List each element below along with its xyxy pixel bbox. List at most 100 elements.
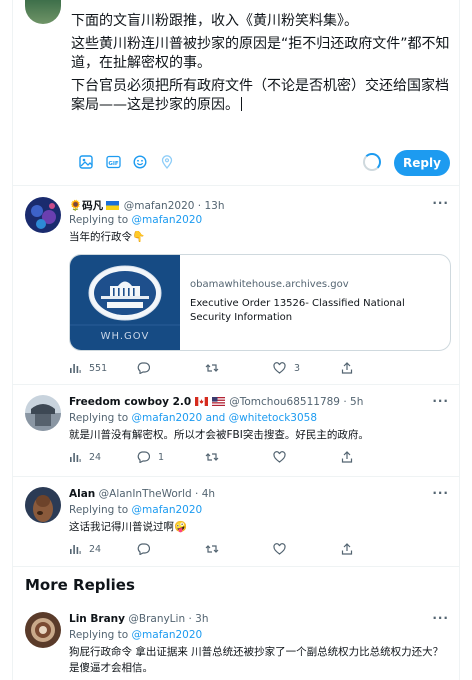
reply-icon [137,451,150,463]
reply-count: 1 [158,451,165,463]
reply-icon [137,543,150,555]
separator-dot: · [343,396,347,408]
mention-link[interactable]: @mafan2020 [132,629,203,641]
more-options-icon[interactable]: ··· [432,196,449,210]
reply-thread: 下面的文盲川粉跟推，收入《黄川粉笑料集》。 这些黄川粉连川普被抄家的原因是“拒不… [12,0,460,680]
like-action[interactable] [273,451,341,463]
avatar[interactable] [25,0,61,24]
user-handle[interactable]: @AlanInTheWorld [99,488,192,500]
emoji-icon[interactable] [127,151,153,173]
ukraine-flag-icon [106,200,120,212]
reply-action[interactable] [137,543,205,555]
display-name[interactable]: 🌻码凡 [69,200,103,212]
views-icon [70,453,81,462]
views-stat[interactable]: 551 [69,362,137,374]
separator-dot: · [195,488,199,500]
avatar[interactable] [25,197,61,233]
tweet-text: 当年的行政令👇 [69,231,146,243]
share-icon [341,362,353,374]
gif-icon[interactable]: GIF [100,151,126,173]
like-count: 3 [294,362,301,374]
heart-icon [273,362,286,374]
user-handle[interactable]: @BranyLin [128,613,185,625]
share-action[interactable] [341,543,409,555]
mention-link[interactable]: @whitetock3058 [229,412,317,424]
user-handle[interactable]: @mafan2020 [124,200,195,212]
card-domain: obamawhitehouse.archives.gov [190,279,349,290]
more-replies-heading: More Replies [25,576,135,594]
reply-tweet[interactable]: Lin Brany @BranyLin · 3h ··· Replying to… [13,602,459,680]
display-name[interactable]: Lin Brany [69,613,125,625]
user-handle[interactable]: @Tomchou68511789 [229,396,340,408]
replying-to: Replying to @mafan2020 [69,504,203,516]
reply-tweet[interactable]: Alan @AlanInTheWorld · 4h ··· Replying t… [13,477,459,567]
retweet-action[interactable] [205,362,273,374]
views-stat[interactable]: 24 [69,543,137,555]
reply-button[interactable]: Reply [394,150,450,176]
tweet-actions: 24 1 [69,451,409,463]
text-caret [241,97,242,111]
avatar[interactable] [25,395,61,431]
avatar[interactable] [25,612,61,648]
us-flag-icon [211,396,226,408]
views-icon [70,545,81,554]
tweet-actions: 551 3 [69,362,409,374]
compose-line: 这些黄川粉连川普被抄家的原因是“拒不归还政府文件”都不知道，在扯解密权的事。 [71,36,450,71]
retweet-icon [205,545,219,553]
tweet-text: 狗屁行政命令 拿出证据来 川普总统还被抄家了一个副总统权力比总统权力还大？是傻逼… [69,646,444,674]
tweet-text: 就是川普没有解密权。所以才会被FBI突击搜查。好民主的政府。 [69,429,369,441]
tweet-actions: 24 [69,543,409,555]
card-title: Executive Order 13526- Classified Nation… [190,298,405,323]
like-action[interactable] [273,543,341,555]
tweet-header: 🌻码凡 @mafan2020 · 13h [69,198,224,213]
tweet-text: 这话我记得川普说过啊🤪 [69,521,188,533]
reply-action[interactable]: 1 [137,451,205,463]
avatar[interactable] [25,487,61,523]
like-action[interactable]: 3 [273,362,341,374]
card-image-whitehouse-logo: WH.GOV [70,255,180,350]
image-icon[interactable] [73,151,99,173]
more-options-icon[interactable]: ··· [432,611,449,625]
timestamp[interactable]: 4h [202,488,215,500]
display-name[interactable]: Freedom cowboy 2.0 [69,396,191,408]
share-icon [341,543,353,555]
reply-icon [137,362,150,374]
mention-link[interactable]: @mafan2020 [132,214,203,226]
views-count: 24 [89,543,102,555]
retweet-action[interactable] [205,451,273,463]
share-action[interactable] [341,362,409,374]
replying-to: Replying to @mafan2020 and @whitetock305… [69,412,318,424]
replying-to: Replying to @mafan2020 [69,214,203,226]
timestamp[interactable]: 3h [195,613,208,625]
views-icon [70,364,81,373]
reply-tweet[interactable]: Freedom cowboy 2.0 @Tomchou68511789 · 5h… [13,385,459,477]
views-stat[interactable]: 24 [69,451,137,463]
heart-icon [273,451,286,463]
character-count-ring [363,153,381,171]
timestamp[interactable]: 13h [204,200,224,212]
views-count: 551 [89,362,108,374]
card-image-caption: WH.GOV [100,331,150,342]
reply-action[interactable] [137,362,205,374]
replying-to: Replying to @mafan2020 [69,629,203,641]
compose-toolbar: GIF [73,151,181,173]
compose-textarea[interactable]: 下面的文盲川粉跟推，收入《黄川粉笑料集》。 这些黄川粉连川普被抄家的原因是“拒不… [71,12,455,119]
svg-text:GIF: GIF [108,161,119,167]
compose-reply-box: 下面的文盲川粉跟推，收入《黄川粉笑料集》。 这些黄川粉连川普被抄家的原因是“拒不… [13,0,459,186]
share-icon [341,451,353,463]
views-count: 24 [89,451,102,463]
tweet-header: Alan @AlanInTheWorld · 4h [69,488,215,500]
mention-link[interactable]: @mafan2020 [132,412,203,424]
location-icon[interactable] [154,151,180,173]
display-name[interactable]: Alan [69,488,95,500]
timestamp[interactable]: 5h [350,396,363,408]
share-action[interactable] [341,451,409,463]
heart-icon [273,543,286,555]
mention-link[interactable]: @mafan2020 [132,504,203,516]
retweet-action[interactable] [205,543,273,555]
more-options-icon[interactable]: ··· [432,486,449,500]
link-card[interactable]: WH.GOV obamawhitehouse.archives.gov Exec… [69,254,451,351]
compose-line: 下台官员必须把所有政府文件（不论是否机密）交还给国家档案局——这是抄家的原因。 [71,78,449,113]
reply-tweet[interactable]: 🌻码凡 @mafan2020 · 13h ··· Replying to @ma… [13,187,459,385]
more-options-icon[interactable]: ··· [432,394,449,408]
